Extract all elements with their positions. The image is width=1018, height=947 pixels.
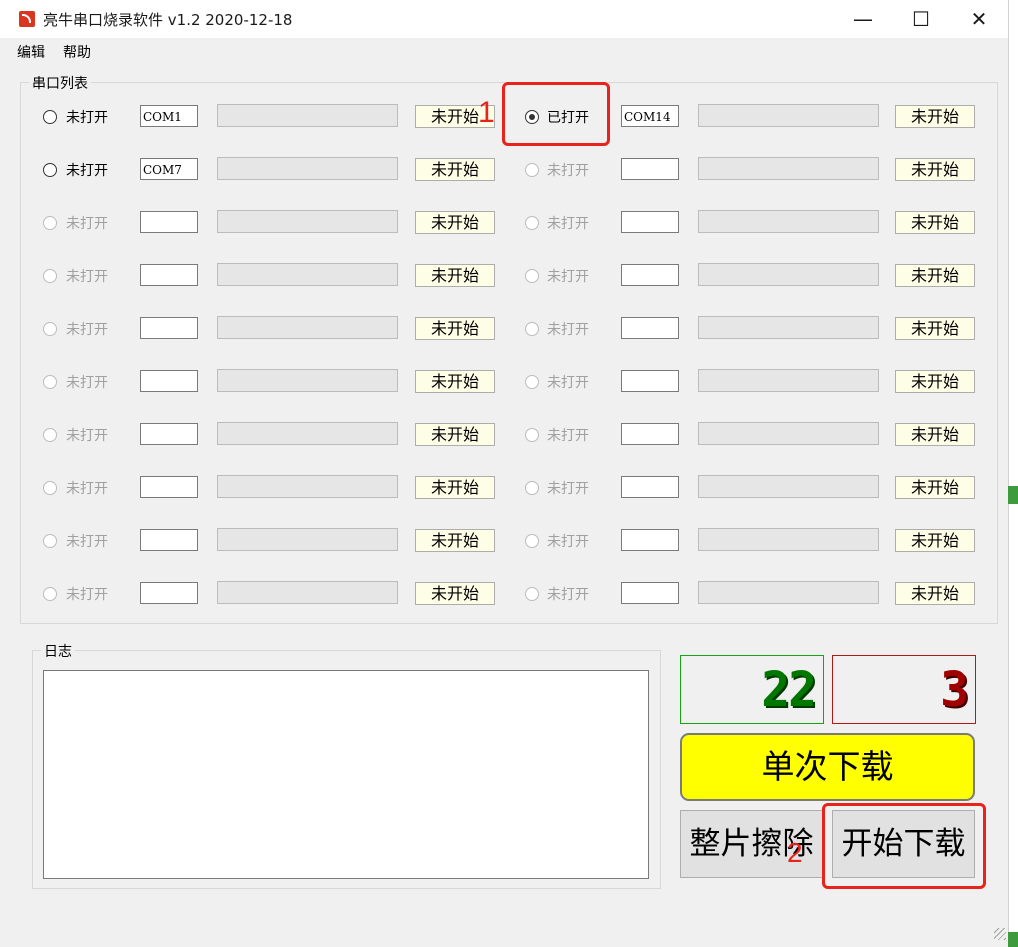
burn-status-button[interactable]: 未开始	[895, 264, 975, 287]
port-row-right-5: 未打开 未开始	[0, 310, 1008, 350]
annotation-number-1: 1	[478, 96, 495, 129]
port-open-radio[interactable]	[525, 375, 539, 389]
port-name-field[interactable]	[621, 423, 679, 445]
port-open-radio[interactable]	[525, 428, 539, 442]
burn-status-button[interactable]: 未开始	[895, 211, 975, 234]
port-row-right-4: 未打开 未开始	[0, 257, 1008, 297]
port-state-label[interactable]: 未打开	[547, 584, 589, 604]
port-state-label[interactable]: 未打开	[547, 531, 589, 551]
port-name-field[interactable]	[621, 317, 679, 339]
burn-progress-bar	[698, 104, 879, 127]
close-button[interactable]: ✕	[950, 0, 1008, 38]
burn-status-button[interactable]: 未开始	[895, 370, 975, 393]
port-open-radio[interactable]	[525, 269, 539, 283]
port-name-field[interactable]	[621, 158, 679, 180]
main-window: 亮牛串口烧录软件 v1.2 2020-12-18 — ☐ ✕ 编辑 帮助 串口列…	[0, 0, 1008, 947]
burn-progress-bar	[698, 316, 879, 339]
port-row-right-8: 未打开 未开始	[0, 469, 1008, 509]
port-row-right-3: 未打开 未开始	[0, 204, 1008, 244]
port-state-label[interactable]: 未打开	[547, 372, 589, 392]
port-row-right-2: 未打开 未开始	[0, 151, 1008, 191]
port-state-label[interactable]: 未打开	[547, 213, 589, 233]
fail-counter: 3	[832, 655, 976, 724]
minimize-button[interactable]: —	[834, 0, 892, 38]
fail-count: 3	[940, 662, 969, 718]
port-open-radio[interactable]	[525, 481, 539, 495]
burn-progress-bar	[698, 263, 879, 286]
port-row-right-7: 未打开 未开始	[0, 416, 1008, 456]
port-name-field[interactable]	[621, 476, 679, 498]
menu-bar: 编辑 帮助	[0, 38, 1008, 64]
menu-edit[interactable]: 编辑	[17, 42, 45, 62]
port-state-label[interactable]: 未打开	[547, 266, 589, 286]
resize-grip[interactable]	[994, 928, 1006, 940]
port-state-label[interactable]: 未打开	[547, 478, 589, 498]
menu-help[interactable]: 帮助	[63, 42, 91, 62]
maximize-button[interactable]: ☐	[892, 0, 950, 38]
app-logo-icon	[19, 11, 35, 27]
port-row-right-9: 未打开 未开始	[0, 522, 1008, 562]
port-open-radio[interactable]	[525, 163, 539, 177]
burn-status-button[interactable]: 未开始	[895, 158, 975, 181]
burn-status-button[interactable]: 未开始	[895, 476, 975, 499]
port-open-radio[interactable]	[525, 534, 539, 548]
success-count: 22	[761, 662, 817, 718]
burn-status-button[interactable]: 未开始	[895, 582, 975, 605]
burn-status-button[interactable]: 未开始	[895, 317, 975, 340]
success-counter: 22	[680, 655, 824, 724]
burn-status-button[interactable]: 未开始	[895, 529, 975, 552]
port-state-label[interactable]: 未打开	[547, 425, 589, 445]
burn-status-button[interactable]: 未开始	[895, 105, 975, 128]
port-name-field[interactable]	[621, 264, 679, 286]
burn-progress-bar	[698, 422, 879, 445]
annotation-number-2: 2	[787, 837, 803, 868]
port-state-label[interactable]: 未打开	[547, 319, 589, 339]
port-row-right-6: 未打开 未开始	[0, 363, 1008, 403]
port-open-radio[interactable]	[525, 322, 539, 336]
annotation-box-2	[822, 803, 986, 889]
log-group-label: 日志	[41, 641, 75, 661]
background-window-strip	[1008, 932, 1018, 947]
burn-progress-bar	[698, 157, 879, 180]
burn-progress-bar	[698, 210, 879, 233]
port-name-field[interactable]	[621, 211, 679, 233]
port-row-right-10: 未打开 未开始	[0, 575, 1008, 615]
port-name-field[interactable]	[621, 529, 679, 551]
port-name-field[interactable]: COM14	[621, 105, 679, 127]
background-window	[1008, 0, 1018, 947]
log-textarea[interactable]	[43, 670, 649, 879]
burn-progress-bar	[698, 528, 879, 551]
single-download-button[interactable]: 单次下载	[680, 733, 975, 801]
port-open-radio[interactable]	[525, 587, 539, 601]
burn-progress-bar	[698, 475, 879, 498]
port-name-field[interactable]	[621, 370, 679, 392]
burn-progress-bar	[698, 581, 879, 604]
port-name-field[interactable]	[621, 582, 679, 604]
background-window-strip	[1008, 486, 1018, 504]
port-state-label[interactable]: 未打开	[547, 160, 589, 180]
port-list-group-label: 串口列表	[29, 73, 91, 93]
window-title: 亮牛串口烧录软件 v1.2 2020-12-18	[43, 11, 293, 29]
burn-progress-bar	[698, 369, 879, 392]
burn-status-button[interactable]: 未开始	[895, 423, 975, 446]
title-bar: 亮牛串口烧录软件 v1.2 2020-12-18 — ☐ ✕	[0, 0, 1008, 38]
annotation-box-1	[502, 82, 610, 146]
port-open-radio[interactable]	[525, 216, 539, 230]
